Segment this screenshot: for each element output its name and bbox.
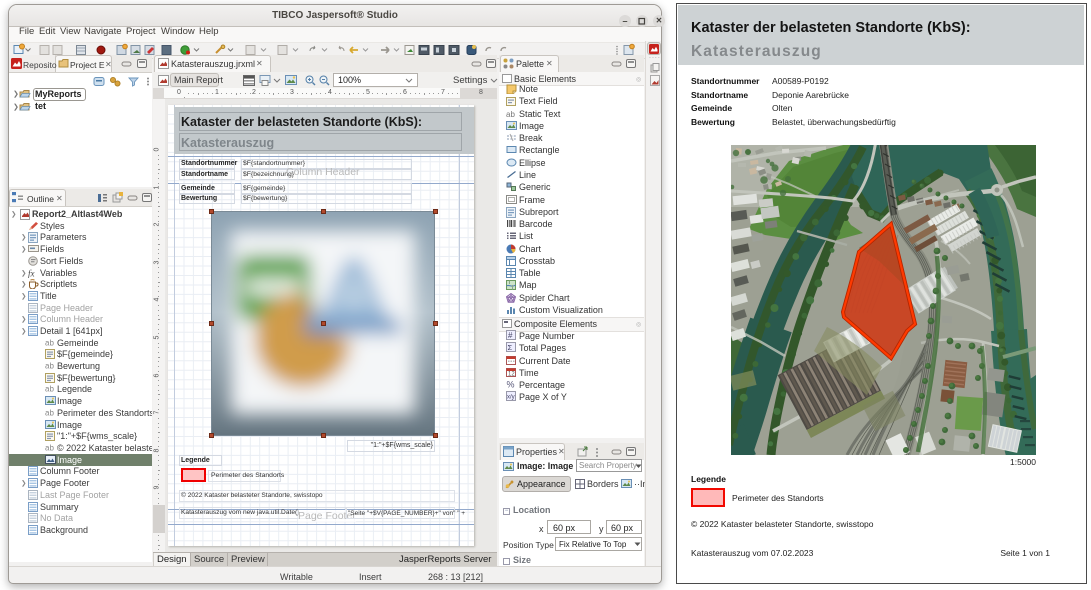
svg-text:fx: fx [28, 269, 35, 279]
svg-text:ab: ab [506, 110, 515, 118]
svg-text:x/y: x/y [507, 395, 515, 401]
svg-text:%: % [507, 380, 515, 390]
svg-text:ab: ab [45, 339, 54, 348]
svg-text:ab: ab [45, 409, 54, 418]
svg-text:12: 12 [508, 372, 515, 378]
svg-text:ab: ab [45, 385, 54, 394]
svg-text:ab: ab [45, 362, 54, 371]
svg-text:#: # [508, 331, 513, 340]
svg-text:ab: ab [45, 444, 54, 453]
svg-text:Σ: Σ [508, 343, 513, 352]
